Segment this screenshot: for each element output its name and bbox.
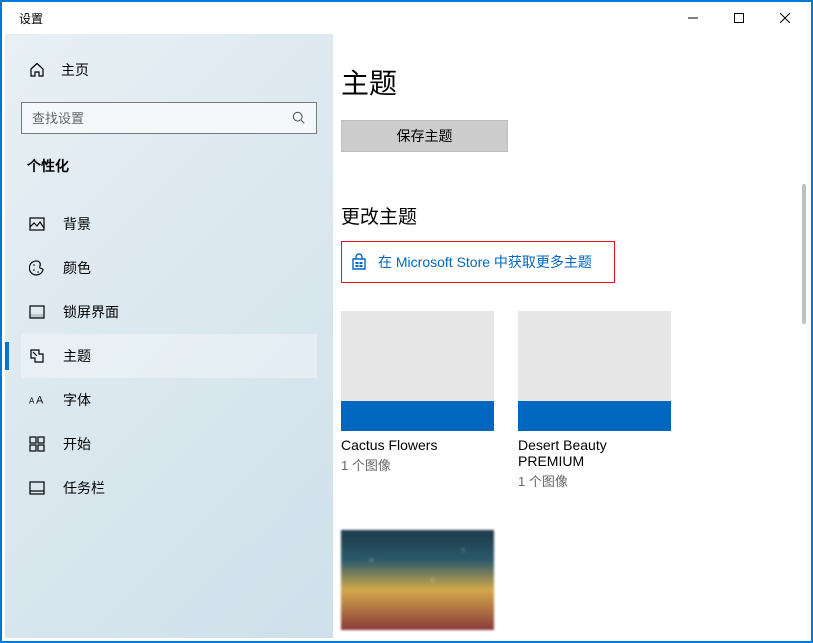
theme-name: Desert Beauty PREMIUM xyxy=(518,437,671,469)
lockscreen-icon xyxy=(29,304,45,320)
sidebar-item-label: 开始 xyxy=(63,434,91,454)
sidebar: 主页 个性化 背景 颜色 xyxy=(5,34,333,638)
sidebar-item-label: 任务栏 xyxy=(63,478,105,498)
theme-card-cactus[interactable]: Cactus Flowers 1 个图像 xyxy=(341,311,494,490)
theme-thumbnail xyxy=(341,530,494,630)
sidebar-item-themes[interactable]: 主题 xyxy=(21,334,317,378)
maximize-icon xyxy=(734,13,744,23)
page-title: 主题 xyxy=(341,62,784,102)
theme-icon xyxy=(29,348,45,364)
search-input[interactable] xyxy=(32,111,292,126)
svg-text:A: A xyxy=(36,395,44,407)
minimize-button[interactable] xyxy=(670,2,716,34)
theme-thumbnail xyxy=(518,311,671,431)
theme-name: Cactus Flowers xyxy=(341,437,494,453)
theme-subtitle: 1 个图像 xyxy=(518,471,671,490)
store-link-text: 在 Microsoft Store 中获取更多主题 xyxy=(378,252,592,272)
theme-card-desert[interactable]: Desert Beauty PREMIUM 1 个图像 xyxy=(518,311,671,490)
minimize-icon xyxy=(688,13,698,23)
window-title: 设置 xyxy=(5,10,43,27)
home-nav[interactable]: 主页 xyxy=(21,50,317,90)
sidebar-item-fonts[interactable]: AA 字体 xyxy=(21,378,317,422)
scrollbar[interactable] xyxy=(796,34,808,638)
font-icon: AA xyxy=(29,393,45,407)
sidebar-item-lockscreen[interactable]: 锁屏界面 xyxy=(21,290,317,334)
sidebar-item-background[interactable]: 背景 xyxy=(21,202,317,246)
store-icon xyxy=(350,253,368,271)
search-icon xyxy=(292,111,306,125)
sidebar-item-label: 字体 xyxy=(63,390,91,410)
change-theme-heading: 更改主题 xyxy=(341,202,784,229)
sidebar-item-label: 主题 xyxy=(63,346,91,366)
maximize-button[interactable] xyxy=(716,2,762,34)
taskbar-icon xyxy=(29,480,45,496)
main-content: 主题 保存主题 更改主题 在 Microsoft Store 中获取更多主题 C… xyxy=(333,34,808,638)
theme-thumbnail xyxy=(341,311,494,431)
start-icon xyxy=(29,436,45,452)
save-theme-button[interactable]: 保存主题 xyxy=(341,120,508,152)
section-heading: 个性化 xyxy=(21,156,317,176)
close-icon xyxy=(780,13,790,23)
palette-icon xyxy=(29,260,45,276)
get-more-themes-link[interactable]: 在 Microsoft Store 中获取更多主题 xyxy=(350,252,606,272)
sidebar-item-colors[interactable]: 颜色 xyxy=(21,246,317,290)
home-label: 主页 xyxy=(61,60,89,80)
scrollbar-thumb[interactable] xyxy=(802,184,806,324)
sidebar-item-label: 颜色 xyxy=(63,258,91,278)
sidebar-item-label: 背景 xyxy=(63,214,91,234)
store-link-highlight: 在 Microsoft Store 中获取更多主题 xyxy=(341,241,615,283)
svg-text:A: A xyxy=(29,397,35,406)
sidebar-item-label: 锁屏界面 xyxy=(63,302,119,322)
sidebar-item-taskbar[interactable]: 任务栏 xyxy=(21,466,317,510)
search-box[interactable] xyxy=(21,102,317,134)
theme-card-partial[interactable] xyxy=(341,530,494,630)
home-icon xyxy=(29,62,45,78)
title-bar: 设置 xyxy=(5,2,808,34)
sidebar-item-start[interactable]: 开始 xyxy=(21,422,317,466)
theme-subtitle: 1 个图像 xyxy=(341,455,494,474)
picture-icon xyxy=(29,216,45,232)
close-button[interactable] xyxy=(762,2,808,34)
